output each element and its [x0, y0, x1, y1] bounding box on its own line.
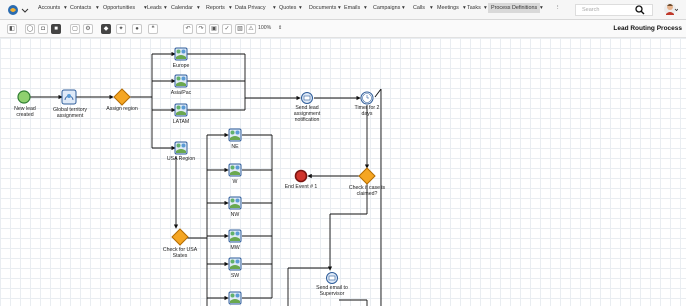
chevron-down-icon[interactable]: ▾ — [229, 5, 232, 11]
nav-item-process-definitions[interactable]: Process Definitions — [488, 3, 541, 13]
task-nw-label: NW — [231, 212, 240, 218]
task-nw[interactable] — [228, 196, 242, 210]
gateway-tool-button[interactable]: ◆ — [101, 24, 111, 34]
task-send-email-supervisor[interactable] — [326, 272, 338, 284]
task-w[interactable] — [228, 163, 242, 177]
task-europe-label: Europe — [173, 63, 190, 69]
end-event-label: End Event # 1 — [285, 184, 318, 190]
top-navigation: Accounts ▾ Contacts ▾ Opportunities ▾ Leads ▾ Ca… — [0, 0, 686, 20]
task-global-territory-label: Global territory assignment — [53, 107, 87, 119]
nav-item-contacts[interactable]: Contacts — [70, 5, 91, 11]
gateway-assign-region[interactable] — [113, 88, 131, 106]
timer-event-label: Timer for 2 days — [355, 105, 380, 117]
task-sw[interactable] — [228, 257, 242, 271]
event-gateway-tool-button[interactable]: ✦ — [116, 24, 126, 34]
data-object-tool-button[interactable]: ● — [132, 24, 142, 34]
chevron-down-icon[interactable]: ▾ — [197, 5, 200, 11]
app-logo-icon[interactable] — [7, 4, 29, 16]
subprocess-tool-button[interactable]: ⚙ — [83, 24, 93, 34]
validate-icon[interactable]: ✓ — [222, 24, 232, 34]
chevron-down-icon[interactable]: ▾ — [364, 5, 367, 11]
chevron-down-icon[interactable]: ▾ — [164, 5, 167, 11]
chevron-down-icon[interactable]: ▾ — [463, 5, 466, 11]
chevron-down-icon[interactable]: ▾ — [338, 5, 341, 11]
image-export-icon[interactable]: ▧ — [235, 24, 245, 34]
nav-item-meetings[interactable]: Meetings — [437, 5, 459, 11]
nav-item-leads[interactable]: Leads — [147, 5, 162, 11]
redo-icon[interactable]: ↷ — [196, 24, 206, 34]
timer-event-2-days[interactable] — [360, 91, 374, 105]
nav-item-opportunities[interactable]: Opportunities — [103, 5, 135, 11]
task-latam-label: LATAM — [173, 119, 190, 125]
nav-item-accounts[interactable]: Accounts — [38, 5, 60, 11]
task-se[interactable] — [228, 291, 242, 305]
task-latam[interactable] — [174, 103, 188, 117]
start-event-label: New lead created — [14, 106, 36, 118]
task-usa-region[interactable] — [174, 141, 188, 155]
task-europe[interactable] — [174, 47, 188, 61]
gateway-check-claimed-label: Check if case is claimed? — [349, 185, 386, 197]
process-title: Lead Routing Process — [613, 25, 682, 32]
nav-item-tasks[interactable]: Tasks — [467, 5, 481, 11]
nav-item-reports[interactable]: Reports — [206, 5, 225, 11]
nav-item-calendar[interactable]: Calendar — [171, 5, 193, 11]
gateway-check-claimed[interactable] — [358, 167, 376, 185]
search-icon[interactable] — [635, 5, 645, 15]
task-w-label: W — [233, 179, 238, 185]
bpmn-diagram: New lead created Global territory assignme… — [14, 47, 386, 306]
task-asiapac[interactable] — [174, 74, 188, 88]
undo-icon[interactable]: ↶ — [183, 24, 193, 34]
chevron-down-icon[interactable]: ▾ — [430, 5, 433, 11]
chevron-down-icon[interactable]: ▾ — [402, 5, 405, 11]
diagram-canvas[interactable]: New lead created Global territory assignme… — [0, 38, 686, 306]
gateway-check-usa-states-label: Check for USA States — [163, 247, 198, 259]
gateway-assign-region-label: Assign region — [106, 106, 138, 112]
task-global-territory[interactable] — [61, 89, 77, 105]
task-tool-button[interactable]: ▢ — [70, 24, 80, 34]
chevron-down-icon[interactable]: ▾ — [273, 5, 276, 11]
nav-item-documents[interactable]: Documents — [309, 5, 336, 11]
start-event-new-lead[interactable] — [17, 90, 31, 104]
nav-item-emails[interactable]: Emails — [344, 5, 360, 11]
nav-item-campaigns[interactable]: Campaigns — [373, 5, 400, 11]
task-send-email-supervisor-label: Send email to Supervisor — [316, 285, 348, 297]
chevron-down-icon[interactable]: ▾ — [540, 5, 543, 11]
zoom-stepper-icon[interactable]: ⇕ — [278, 25, 282, 31]
task-send-lead-notification-label: Send lead assignment notification — [294, 105, 321, 123]
task-send-lead-notification[interactable] — [301, 92, 313, 104]
end-event-1[interactable] — [294, 169, 308, 183]
start-event-tool-button[interactable]: ◯ — [25, 24, 35, 34]
nav-item-calls[interactable]: Calls — [413, 5, 425, 11]
chevron-down-icon[interactable]: ▾ — [484, 5, 487, 11]
warning-icon[interactable]: ⚠ — [246, 24, 256, 34]
task-ne[interactable] — [228, 128, 242, 142]
toolbox-toggle-button[interactable]: ◧ — [7, 24, 17, 34]
nav-item-quotes[interactable]: Quotes — [279, 5, 296, 11]
chevron-down-icon[interactable]: ▾ — [96, 5, 99, 11]
diagram-toolbar: ◧ ◯ ◘ ■ ▢ ⚙ ◆ ✦ ● ❝ ↶ ↷ ▣ ✓ ▧ ⚠ 100% ⇕ L… — [0, 20, 686, 38]
user-avatar[interactable] — [664, 2, 678, 17]
task-ne-label: NE — [231, 144, 239, 150]
comment-tool-button[interactable]: ❝ — [148, 24, 158, 34]
chevron-down-icon[interactable]: ▾ — [64, 5, 67, 11]
task-sw-label: SW — [231, 273, 239, 279]
save-icon[interactable]: ▣ — [209, 24, 219, 34]
end-event-tool-button[interactable]: ■ — [51, 24, 61, 34]
gateway-check-usa-states[interactable] — [171, 228, 189, 246]
task-usa-region-label: USA Region — [167, 156, 195, 162]
nav-item-data-privacy[interactable]: Data Privacy — [235, 5, 266, 11]
zoom-level[interactable]: 100% — [258, 25, 271, 31]
task-asiapac-label: Asia/Pac — [171, 90, 192, 96]
more-menu-icon[interactable]: ⋮ — [555, 5, 560, 11]
intermediate-event-tool-button[interactable]: ◘ — [38, 24, 48, 34]
task-mw-label: MW — [230, 245, 239, 251]
task-mw[interactable] — [228, 229, 242, 243]
chevron-down-icon[interactable]: ▾ — [299, 5, 302, 11]
